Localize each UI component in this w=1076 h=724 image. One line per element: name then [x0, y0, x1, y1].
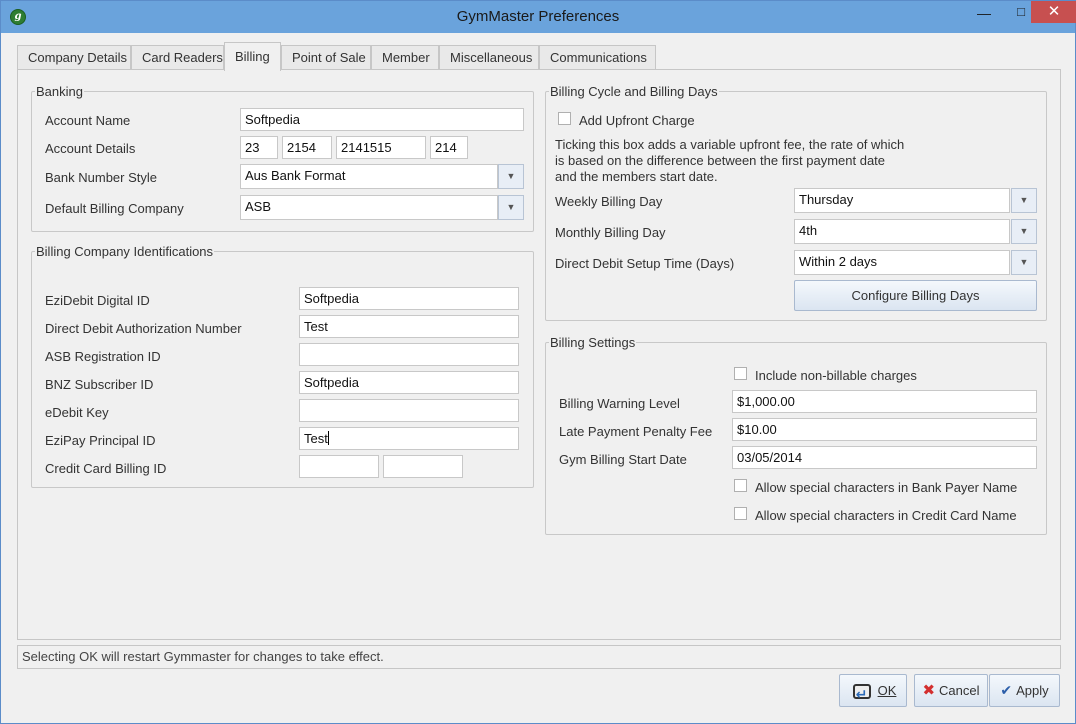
apply-button[interactable]: ✔ Apply	[989, 674, 1060, 707]
tab-miscellaneous[interactable]: Miscellaneous	[439, 45, 539, 70]
ok-button-label: OK	[877, 683, 897, 698]
enter-key-icon	[850, 679, 872, 710]
chevron-down-icon[interactable]: ▼	[498, 164, 524, 189]
cancel-button[interactable]: ✖ Cancel	[914, 674, 988, 707]
upfront-charge-checkbox[interactable]	[558, 112, 571, 125]
ezipay-label: EziPay Principal ID	[45, 433, 156, 448]
nonbillable-checkbox[interactable]	[734, 367, 747, 380]
billing-tab-panel: Banking Account Name Softpedia Account D…	[17, 69, 1061, 640]
monthly-billing-day-select[interactable]: 4th	[794, 219, 1010, 244]
title-bar[interactable]: g GymMaster Preferences — □ ✕	[1, 1, 1076, 33]
tab-billing[interactable]: Billing	[224, 42, 281, 71]
bank-number-style-select[interactable]: Aus Bank Format	[240, 164, 498, 189]
dd-setup-time-label: Direct Debit Setup Time (Days)	[555, 256, 735, 271]
cancel-button-label: Cancel	[939, 683, 980, 698]
upfront-help-line-3: and the members start date.	[555, 169, 718, 184]
edebit-input[interactable]	[299, 399, 519, 422]
billing-cycle-group-title: Billing Cycle and Billing Days	[550, 84, 718, 99]
account-name-input[interactable]: Softpedia	[240, 108, 524, 131]
bnz-input[interactable]: Softpedia	[299, 371, 519, 394]
configure-billing-days-button[interactable]: Configure Billing Days	[794, 280, 1037, 311]
asb-input[interactable]	[299, 343, 519, 366]
upfront-charge-label: Add Upfront Charge	[579, 113, 695, 128]
ezidebit-input[interactable]: Softpedia	[299, 287, 519, 310]
billing-settings-group-title: Billing Settings	[550, 335, 636, 350]
credit-card-billing-input-1[interactable]	[299, 455, 379, 478]
red-x-icon: ✖	[922, 682, 936, 699]
special-chars-cc-label: Allow special characters in Credit Card …	[755, 508, 1017, 523]
weekly-billing-day-label: Weekly Billing Day	[555, 194, 663, 209]
chevron-down-icon[interactable]: ▼	[498, 195, 524, 220]
special-chars-bank-checkbox[interactable]	[734, 479, 747, 492]
close-icon[interactable]: ✕	[1031, 1, 1076, 23]
weekly-billing-day-select[interactable]: Thursday	[794, 188, 1010, 213]
special-chars-cc-checkbox[interactable]	[734, 507, 747, 520]
account-details-label: Account Details	[45, 141, 136, 156]
gym-billing-start-date-label: Gym Billing Start Date	[559, 452, 687, 467]
preferences-window: g GymMaster Preferences — □ ✕ Company De…	[0, 0, 1076, 724]
window-title: GymMaster Preferences	[456, 8, 620, 25]
client-area: Company Details Card Readers Billing Poi…	[8, 33, 1069, 719]
dd-auth-input[interactable]: Test	[299, 315, 519, 338]
minimize-icon[interactable]: —	[969, 5, 999, 27]
default-billing-company-label: Default Billing Company	[45, 201, 184, 216]
text-cursor	[327, 431, 329, 445]
tab-member[interactable]: Member	[371, 45, 439, 70]
apply-button-label: Apply	[1016, 683, 1049, 698]
account-name-label: Account Name	[45, 113, 131, 128]
bank-number-style-label: Bank Number Style	[45, 170, 157, 185]
gym-billing-start-date-input[interactable]: 03/05/2014	[732, 446, 1037, 469]
monthly-billing-day-label: Monthly Billing Day	[555, 225, 666, 240]
account-details-branch-input[interactable]: 2154	[282, 136, 332, 159]
chevron-down-icon[interactable]: ▼	[1011, 219, 1037, 244]
banking-group-title: Banking	[36, 84, 83, 99]
tab-company-details[interactable]: Company Details	[17, 45, 131, 70]
tab-point-of-sale[interactable]: Point of Sale	[281, 45, 371, 70]
credit-card-billing-label: Credit Card Billing ID	[45, 461, 167, 476]
account-details-account-input[interactable]: 2141515	[336, 136, 426, 159]
upfront-help-line-2: is based on the difference between the f…	[555, 153, 886, 168]
status-bar: Selecting OK will restart Gymmaster for …	[17, 645, 1061, 669]
billing-ids-group: Billing Company Identifications	[31, 244, 534, 488]
ok-button[interactable]: OK	[839, 674, 907, 710]
billing-warning-level-label: Billing Warning Level	[559, 396, 680, 411]
account-details-suffix-input[interactable]: 214	[430, 136, 468, 159]
edebit-label: eDebit Key	[45, 405, 109, 420]
late-payment-fee-input[interactable]: $10.00	[732, 418, 1037, 441]
nonbillable-label: Include non-billable charges	[755, 368, 917, 383]
default-billing-company-select[interactable]: ASB	[240, 195, 498, 220]
special-chars-bank-label: Allow special characters in Bank Payer N…	[755, 480, 1018, 495]
credit-card-billing-input-2[interactable]	[383, 455, 463, 478]
billing-ids-group-title: Billing Company Identifications	[36, 244, 214, 259]
dd-setup-time-select[interactable]: Within 2 days	[794, 250, 1010, 275]
chevron-down-icon[interactable]: ▼	[1011, 250, 1037, 275]
tab-communications[interactable]: Communications	[539, 45, 656, 70]
tab-card-readers[interactable]: Card Readers	[131, 45, 224, 70]
late-payment-fee-label: Late Payment Penalty Fee	[559, 424, 713, 439]
chevron-down-icon[interactable]: ▼	[1011, 188, 1037, 213]
bnz-label: BNZ Subscriber ID	[45, 377, 154, 392]
account-details-bank-input[interactable]: 23	[240, 136, 278, 159]
billing-warning-level-input[interactable]: $1,000.00	[732, 390, 1037, 413]
ezipay-input[interactable]: Test	[299, 427, 519, 450]
asb-label: ASB Registration ID	[45, 349, 161, 364]
checkmark-icon: ✔	[1000, 682, 1013, 698]
upfront-help-line-1: Ticking this box adds a variable upfront…	[555, 137, 905, 152]
dd-auth-label: Direct Debit Authorization Number	[45, 321, 242, 336]
ezidebit-label: EziDebit Digital ID	[45, 293, 150, 308]
ezipay-value: Test	[304, 431, 328, 446]
